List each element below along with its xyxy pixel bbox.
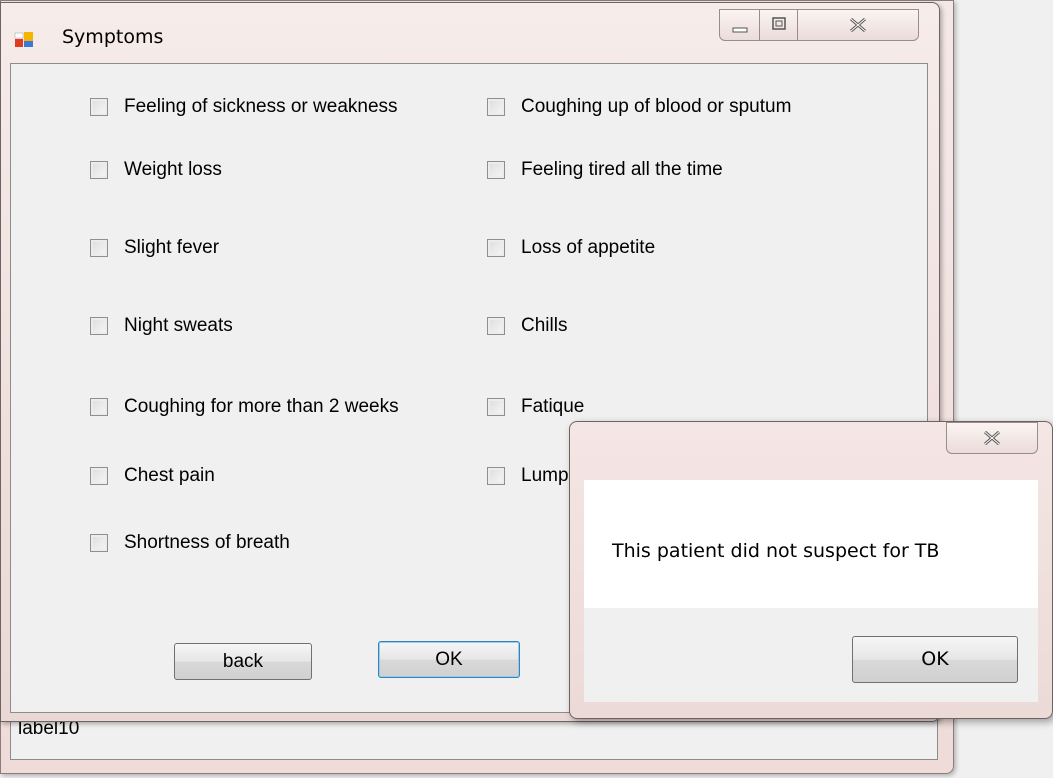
checkbox-box[interactable] bbox=[90, 398, 108, 416]
checkbox-sickness-weakness[interactable]: Feeling of sickness or weakness bbox=[90, 96, 398, 118]
ok-button[interactable]: OK bbox=[378, 641, 520, 678]
checkbox-label: Loss of appetite bbox=[521, 237, 656, 258]
checkbox-label: Slight fever bbox=[124, 237, 220, 258]
checkbox-box[interactable] bbox=[487, 239, 505, 257]
maximize-button[interactable] bbox=[759, 9, 799, 41]
checkbox-weight-loss[interactable]: Weight loss bbox=[90, 159, 222, 181]
checkbox-lump[interactable]: Lump bbox=[487, 465, 569, 487]
checkbox-box[interactable] bbox=[487, 317, 505, 335]
message-box: This patient did not suspect for TB OK bbox=[569, 421, 1053, 719]
checkbox-fatique[interactable]: Fatique bbox=[487, 396, 584, 418]
checkbox-night-sweats[interactable]: Night sweats bbox=[90, 315, 233, 337]
checkbox-label: Coughing for more than 2 weeks bbox=[124, 396, 399, 417]
close-icon bbox=[984, 430, 1000, 446]
checkbox-shortness-of-breath[interactable]: Shortness of breath bbox=[90, 532, 290, 554]
checkbox-chest-pain[interactable]: Chest pain bbox=[90, 465, 215, 487]
checkbox-coughing-blood[interactable]: Coughing up of blood or sputum bbox=[487, 96, 791, 118]
checkbox-box[interactable] bbox=[90, 239, 108, 257]
checkbox-label: Coughing up of blood or sputum bbox=[521, 96, 792, 117]
checkbox-coughing-2-weeks[interactable]: Coughing for more than 2 weeks bbox=[90, 396, 399, 418]
checkbox-label: Chest pain bbox=[124, 465, 215, 486]
message-text: This patient did not suspect for TB bbox=[612, 540, 940, 562]
checkbox-box[interactable] bbox=[487, 398, 505, 416]
checkbox-label: Fatique bbox=[521, 396, 585, 417]
checkbox-chills[interactable]: Chills bbox=[487, 315, 567, 337]
checkbox-label: Night sweats bbox=[124, 315, 233, 336]
checkbox-box[interactable] bbox=[90, 467, 108, 485]
checkbox-loss-of-appetite[interactable]: Loss of appetite bbox=[487, 237, 655, 259]
form-app-icon bbox=[14, 32, 33, 47]
checkbox-box[interactable] bbox=[90, 534, 108, 552]
back-button[interactable]: back bbox=[174, 643, 312, 680]
checkbox-box[interactable] bbox=[90, 317, 108, 335]
message-box-close-button[interactable] bbox=[946, 422, 1038, 454]
checkbox-box[interactable] bbox=[487, 161, 505, 179]
checkbox-label: Weight loss bbox=[124, 159, 222, 180]
checkbox-label: Shortness of breath bbox=[124, 532, 290, 553]
checkbox-box[interactable] bbox=[487, 98, 505, 116]
checkbox-feeling-tired[interactable]: Feeling tired all the time bbox=[487, 159, 723, 181]
maximize-icon bbox=[772, 17, 786, 30]
checkbox-box[interactable] bbox=[90, 161, 108, 179]
caption-buttons bbox=[719, 9, 919, 41]
checkbox-label: Feeling of sickness or weakness bbox=[124, 96, 398, 117]
checkbox-box[interactable] bbox=[487, 467, 505, 485]
close-icon bbox=[850, 17, 866, 33]
minimize-button[interactable] bbox=[719, 9, 761, 41]
window-title: Symptoms bbox=[62, 26, 164, 48]
checkbox-slight-fever[interactable]: Slight fever bbox=[90, 237, 219, 259]
checkbox-label: Feeling tired all the time bbox=[521, 159, 723, 180]
minimize-icon bbox=[732, 27, 748, 33]
checkbox-label: Lump bbox=[521, 465, 569, 486]
close-button[interactable] bbox=[797, 9, 919, 41]
checkbox-label: Chills bbox=[521, 315, 568, 336]
checkbox-box[interactable] bbox=[90, 98, 108, 116]
message-ok-button[interactable]: OK bbox=[852, 636, 1018, 683]
